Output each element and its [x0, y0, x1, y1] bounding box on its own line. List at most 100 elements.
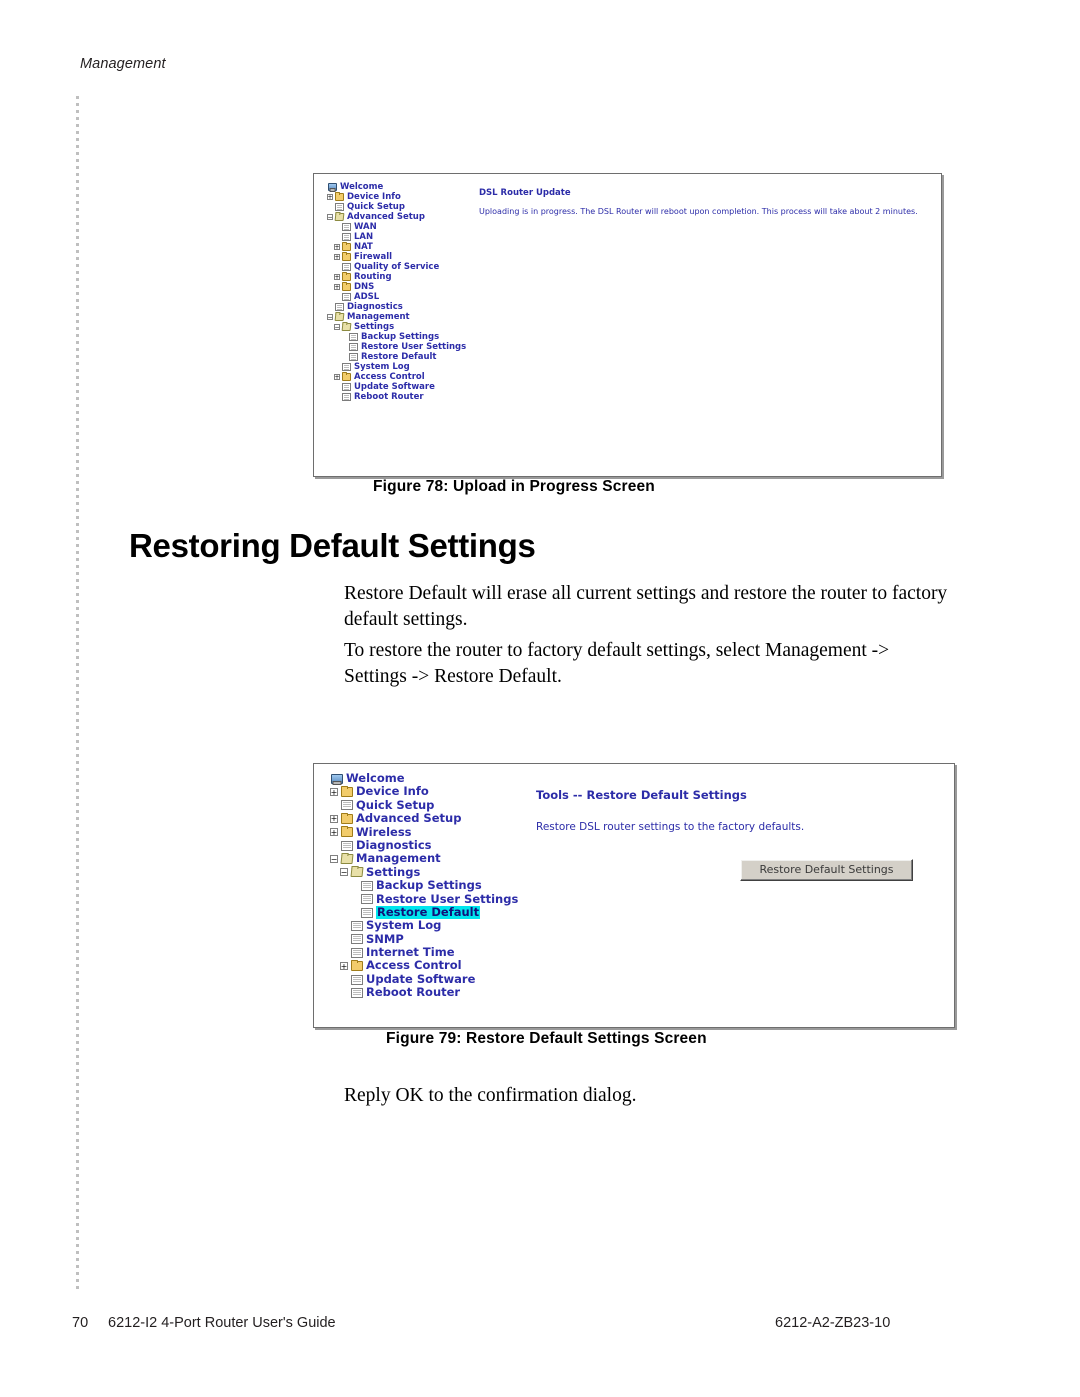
tree-item-settings[interactable]: − Settings: [320, 865, 518, 879]
collapse-minus-icon[interactable]: −: [330, 855, 338, 864]
tree-item-restore-default[interactable]: Restore Default: [320, 352, 466, 362]
expand-plus-icon[interactable]: +: [334, 244, 340, 250]
tree-item-welcome[interactable]: Welcome: [320, 182, 466, 192]
tree-item-label[interactable]: Routing: [354, 272, 392, 282]
tree-item-restore-default[interactable]: Restore Default: [320, 905, 518, 920]
tree-item-device-info[interactable]: + Device Info: [320, 784, 518, 798]
expand-plus-icon[interactable]: +: [330, 788, 338, 797]
restore-default-settings-button[interactable]: Restore Default Settings: [740, 859, 913, 881]
tree-item-label[interactable]: Restore User Settings: [361, 342, 466, 352]
tree-item-label[interactable]: Management: [347, 312, 410, 322]
tree-item-adsl[interactable]: ADSL: [320, 292, 466, 302]
tree-item-label[interactable]: Quick Setup: [356, 798, 434, 812]
expand-plus-icon[interactable]: +: [340, 962, 348, 971]
tree-item-device-info[interactable]: + Device Info: [320, 192, 466, 202]
tree-item-system-log[interactable]: System Log: [320, 362, 466, 372]
tree-item-restore-user-settings[interactable]: Restore User Settings: [320, 892, 518, 906]
tree-item-label[interactable]: Update Software: [354, 382, 435, 392]
tree-item-snmp[interactable]: SNMP: [320, 932, 518, 946]
tree-item-welcome[interactable]: Welcome: [320, 771, 518, 785]
tree-item-diagnostics[interactable]: Diagnostics: [320, 838, 518, 852]
tree-item-access-control[interactable]: + Access Control: [320, 959, 518, 972]
tree-item-label[interactable]: DNS: [354, 282, 374, 292]
tree-item-access-control[interactable]: + Access Control: [320, 372, 466, 382]
tree-item-label[interactable]: Internet Time: [366, 945, 455, 959]
tree-item-firewall[interactable]: + Firewall: [320, 252, 466, 262]
tree-item-wan[interactable]: WAN: [320, 222, 466, 232]
collapse-minus-icon[interactable]: −: [327, 314, 333, 320]
expand-plus-icon[interactable]: +: [334, 284, 340, 290]
tree-item-management[interactable]: − Management: [320, 312, 466, 322]
tree-item-system-log[interactable]: System Log: [320, 918, 518, 932]
tree-item-label[interactable]: Restore User Settings: [376, 892, 518, 906]
tree-item-restore-user-settings[interactable]: Restore User Settings: [320, 342, 466, 352]
tree-item-label[interactable]: Management: [356, 851, 441, 865]
tree-item-reboot-router[interactable]: Reboot Router: [320, 985, 518, 999]
tree-item-management[interactable]: − Management: [320, 851, 518, 865]
tree-item-internet-time[interactable]: Internet Time: [320, 945, 518, 959]
tree-item-label[interactable]: System Log: [366, 918, 441, 932]
tree-item-backup-settings[interactable]: Backup Settings: [320, 332, 466, 342]
expand-plus-icon[interactable]: +: [327, 194, 333, 200]
tree-item-backup-settings[interactable]: Backup Settings: [320, 878, 518, 892]
tree-item-advanced-setup[interactable]: + Advanced Setup: [320, 811, 518, 825]
tree-item-label[interactable]: Welcome: [340, 182, 383, 192]
tree-item-label[interactable]: Backup Settings: [376, 878, 482, 892]
tree-item-label[interactable]: Quick Setup: [347, 202, 405, 212]
tree-item-label[interactable]: NAT: [354, 242, 373, 252]
tree-item-quality-of-service[interactable]: Quality of Service: [320, 262, 466, 272]
tree-item-routing[interactable]: + Routing: [320, 272, 466, 282]
expand-plus-icon[interactable]: +: [334, 254, 340, 260]
tree-item-label[interactable]: SNMP: [366, 932, 404, 946]
router-nav-tree-79[interactable]: Welcome + Device Info Quick Setup + Advanced …: [320, 771, 518, 1000]
expand-plus-icon[interactable]: +: [334, 274, 340, 280]
tree-item-label[interactable]: Device Info: [347, 192, 401, 202]
tree-item-dns[interactable]: + DNS: [320, 282, 466, 292]
tree-item-label[interactable]: LAN: [354, 232, 373, 242]
tree-item-label[interactable]: Reboot Router: [354, 392, 424, 402]
tree-item-label[interactable]: Backup Settings: [361, 332, 439, 342]
tree-item-label[interactable]: Welcome: [346, 771, 405, 785]
collapse-minus-icon[interactable]: −: [327, 214, 333, 220]
folder-closed-icon: [341, 786, 353, 798]
router-nav-tree-78[interactable]: Welcome + Device Info Quick Setup − Advanced …: [320, 182, 466, 402]
tree-item-label[interactable]: Reboot Router: [366, 985, 460, 999]
tree-item-label[interactable]: Access Control: [354, 372, 425, 382]
tree-item-quick-setup[interactable]: Quick Setup: [320, 202, 466, 212]
tree-item-advanced-setup[interactable]: − Advanced Setup: [320, 212, 466, 222]
tree-item-label[interactable]: Settings: [354, 322, 394, 332]
tree-item-wireless[interactable]: + Wireless: [320, 825, 518, 839]
tree-item-quick-setup[interactable]: Quick Setup: [320, 798, 518, 812]
tree-item-label[interactable]: Device Info: [356, 784, 429, 798]
tree-item-label[interactable]: WAN: [354, 222, 377, 232]
tree-item-label[interactable]: Restore Default: [376, 905, 481, 920]
tree-item-label[interactable]: Settings: [366, 865, 420, 879]
tree-item-label[interactable]: Firewall: [354, 252, 392, 262]
tree-item-update-software[interactable]: Update Software: [320, 382, 466, 392]
tree-item-label[interactable]: System Log: [354, 362, 410, 372]
tree-item-label[interactable]: Wireless: [356, 825, 412, 839]
tree-item-reboot-router[interactable]: Reboot Router: [320, 392, 466, 402]
expand-plus-icon[interactable]: +: [330, 828, 338, 837]
tree-item-diagnostics[interactable]: Diagnostics: [320, 302, 466, 312]
tree-item-lan[interactable]: LAN: [320, 232, 466, 242]
tree-item-label[interactable]: Diagnostics: [356, 838, 432, 852]
tree-item-label[interactable]: Update Software: [366, 972, 475, 986]
expand-plus-icon[interactable]: +: [334, 374, 340, 380]
tree-item-label[interactable]: Quality of Service: [354, 262, 439, 272]
collapse-minus-icon[interactable]: −: [334, 324, 340, 330]
collapse-minus-icon[interactable]: −: [340, 868, 348, 877]
tree-item-label[interactable]: ADSL: [354, 292, 379, 302]
tree-item-update-software[interactable]: Update Software: [320, 972, 518, 986]
tree-item-label[interactable]: Advanced Setup: [356, 811, 461, 825]
tree-item-label[interactable]: Access Control: [366, 959, 462, 973]
tree-item-label[interactable]: Advanced Setup: [347, 212, 425, 222]
tree-item-nat[interactable]: + NAT: [320, 242, 466, 252]
expand-plus-icon[interactable]: +: [330, 814, 338, 823]
tree-item-label[interactable]: Restore Default: [361, 352, 436, 362]
tree-item-settings[interactable]: − Settings: [320, 322, 466, 332]
tree-item-label[interactable]: Diagnostics: [347, 302, 403, 312]
